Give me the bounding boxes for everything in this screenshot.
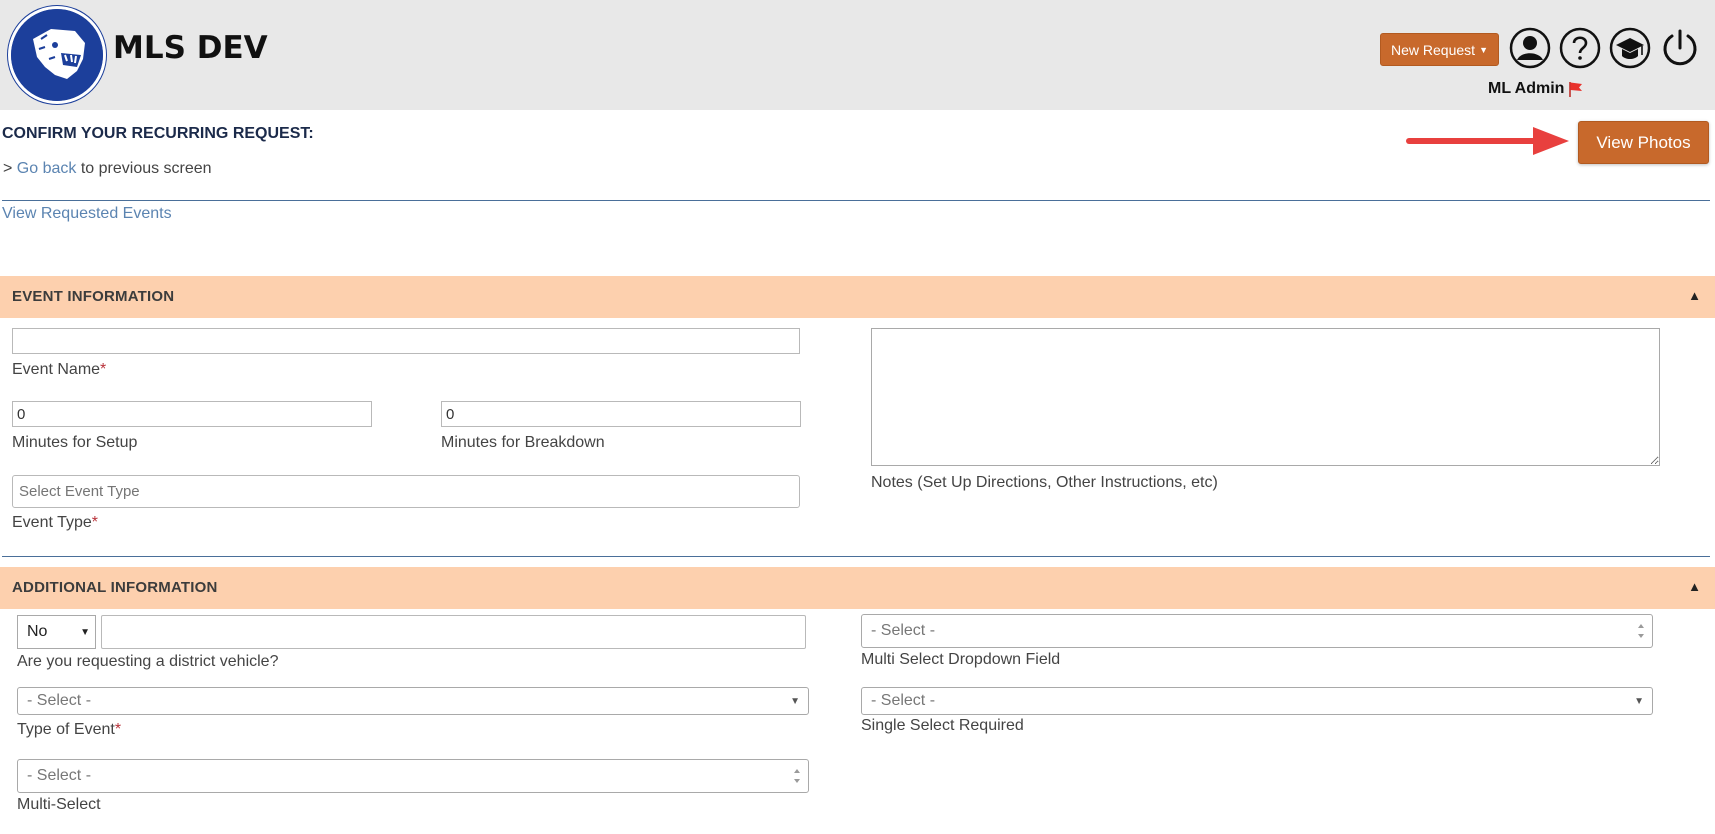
multi-select-label: Multi-Select [17, 796, 101, 813]
multi-select-placeholder: - Select - [27, 767, 92, 784]
divider [2, 556, 1710, 557]
top-header: MLS DEV New Request ▼ ML Admin [0, 0, 1715, 110]
go-back-link[interactable]: Go back [17, 160, 77, 177]
single-select-required-label: Single Select Required [861, 717, 1024, 734]
type-of-event-label-text: Type of Event [17, 721, 115, 738]
dropdown-arrow-icon: ▼ [1634, 695, 1644, 707]
single-select-required-select[interactable]: - Select - ▼ [861, 687, 1653, 715]
view-photos-button[interactable]: View Photos [1578, 121, 1709, 164]
type-of-event-label: Type of Event* [17, 721, 121, 739]
user-name: ML Admin [1488, 80, 1565, 97]
event-name-label: Event Name* [12, 361, 106, 379]
required-marker: * [114, 721, 122, 738]
notes-label: Notes (Set Up Directions, Other Instruct… [871, 474, 1218, 491]
spinner-arrows-icon[interactable] [1636, 620, 1646, 642]
event-type-label-text: Event Type [12, 514, 92, 531]
multi-select-field[interactable]: - Select - [17, 759, 809, 793]
required-marker: * [100, 361, 107, 378]
setup-minutes-input[interactable] [12, 401, 372, 427]
graduation-cap-icon[interactable] [1609, 27, 1651, 69]
district-vehicle-text-input[interactable] [101, 615, 806, 649]
setup-minutes-label: Minutes for Setup [12, 434, 138, 451]
view-requested-events-link[interactable]: View Requested Events [2, 205, 172, 223]
panther-logo-icon[interactable] [8, 6, 106, 104]
annotation-arrow-icon [1406, 127, 1569, 155]
event-name-label-text: Event Name [12, 361, 101, 378]
new-request-button[interactable]: New Request ▼ [1380, 33, 1499, 66]
help-icon[interactable] [1559, 27, 1601, 69]
breakdown-minutes-label: Minutes for Breakdown [441, 434, 605, 451]
district-vehicle-select[interactable]: No ▼ [17, 615, 96, 649]
event-information-title: EVENT INFORMATION [12, 288, 175, 305]
type-of-event-placeholder: - Select - [27, 692, 92, 709]
multi-select-dropdown-label: Multi Select Dropdown Field [861, 651, 1061, 668]
divider [2, 200, 1710, 201]
go-back-suffix: to previous screen [80, 160, 212, 177]
new-request-label: New Request [1391, 41, 1476, 58]
collapse-caret-up-icon[interactable]: ▲ [1688, 579, 1701, 594]
collapse-caret-up-icon[interactable]: ▲ [1688, 288, 1701, 303]
dropdown-arrow-icon: ▼ [80, 626, 90, 638]
type-of-event-select[interactable]: - Select - ▼ [17, 687, 809, 715]
multi-select-dropdown-field[interactable]: - Select - [861, 614, 1653, 648]
additional-information-title: ADDITIONAL INFORMATION [12, 579, 218, 596]
event-type-select[interactable] [12, 475, 800, 508]
event-name-input[interactable] [12, 328, 800, 354]
user-profile-icon[interactable] [1509, 27, 1551, 69]
app-title: MLS DEV [113, 30, 268, 66]
caret-down-icon: ▼ [1479, 44, 1488, 55]
required-marker: * [91, 514, 98, 531]
dropdown-arrow-icon: ▼ [790, 695, 800, 707]
district-vehicle-label: Are you requesting a district vehicle? [17, 653, 279, 670]
red-flag-icon[interactable] [1568, 81, 1584, 98]
power-icon[interactable] [1659, 27, 1701, 69]
page-title: CONFIRM YOUR RECURRING REQUEST: [2, 125, 314, 142]
current-user: ML Admin [1488, 80, 1584, 98]
event-information-header[interactable]: EVENT INFORMATION ▲ [0, 276, 1715, 318]
go-back-line: > Go back to previous screen [3, 160, 212, 178]
go-back-prefix: > [3, 160, 13, 177]
single-select-required-placeholder: - Select - [871, 692, 936, 709]
spinner-arrows-icon[interactable] [792, 765, 802, 787]
multi-select-dropdown-placeholder: - Select - [871, 622, 936, 639]
event-type-label: Event Type* [12, 514, 98, 532]
additional-information-header[interactable]: ADDITIONAL INFORMATION ▲ [0, 567, 1715, 609]
notes-textarea[interactable] [871, 328, 1660, 466]
breakdown-minutes-input[interactable] [441, 401, 801, 427]
district-vehicle-selected: No [27, 623, 48, 640]
